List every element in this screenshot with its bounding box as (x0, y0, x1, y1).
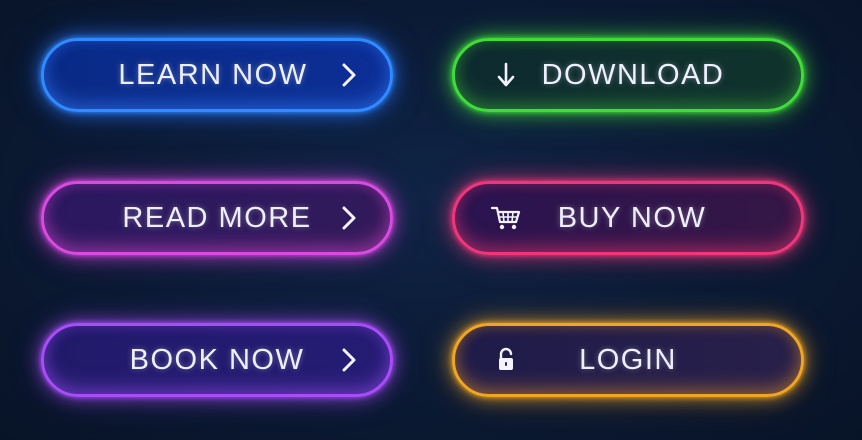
download-button[interactable]: DOWNLOAD (452, 38, 804, 112)
buy-now-button[interactable]: BUY NOW (452, 181, 804, 255)
login-label: LOGIN (579, 343, 677, 376)
download-label: DOWNLOAD (541, 58, 725, 91)
chevron-right-icon (338, 345, 360, 375)
learn-now-button[interactable]: LEARN NOW (41, 38, 393, 112)
read-more-button[interactable]: READ MORE (41, 181, 393, 255)
buy-now-label: BUY NOW (557, 201, 707, 234)
book-now-button[interactable]: BOOK NOW (41, 323, 393, 397)
login-button[interactable]: LOGIN (452, 323, 804, 397)
button-showcase: LEARN NOW DOWNLOAD READ MORE BUY NOW BOO… (0, 0, 862, 440)
chevron-right-icon (338, 60, 360, 90)
chevron-right-icon (338, 203, 360, 233)
